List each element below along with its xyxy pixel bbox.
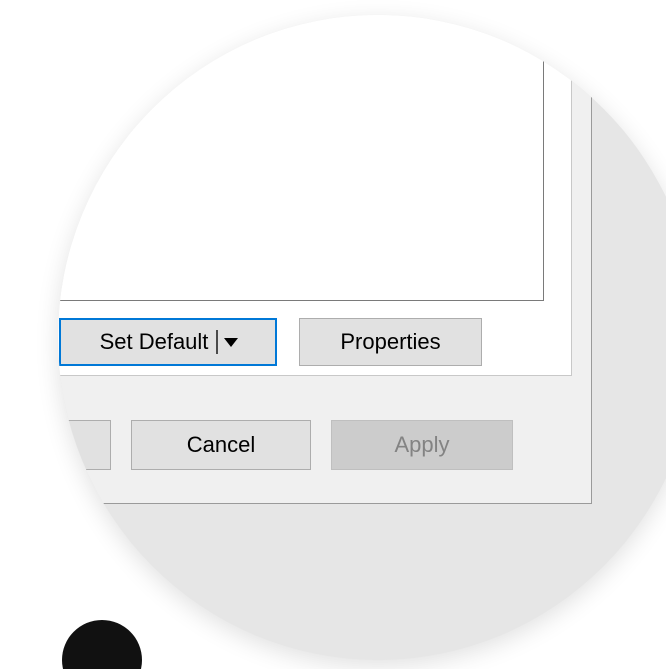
set-default-split-button[interactable]: Set Default [59, 318, 277, 366]
cancel-button[interactable]: Cancel [131, 420, 311, 470]
apply-button[interactable]: Apply [331, 420, 513, 470]
magnifier-lens: Set Default Properties Cancel Apply [58, 15, 666, 660]
properties-button[interactable]: Properties [299, 318, 482, 366]
ok-button[interactable] [58, 420, 111, 470]
tab-panel: Set Default Properties [58, 15, 572, 376]
device-list-box[interactable] [58, 15, 544, 301]
screenshot-stage: Set Default Properties Cancel Apply [0, 0, 666, 669]
set-default-label: Set Default [99, 329, 209, 354]
chevron-down-icon[interactable] [224, 337, 239, 347]
properties-dialog: Set Default Properties Cancel Apply [58, 15, 592, 504]
split-separator [216, 330, 219, 354]
step-badge [62, 620, 142, 669]
